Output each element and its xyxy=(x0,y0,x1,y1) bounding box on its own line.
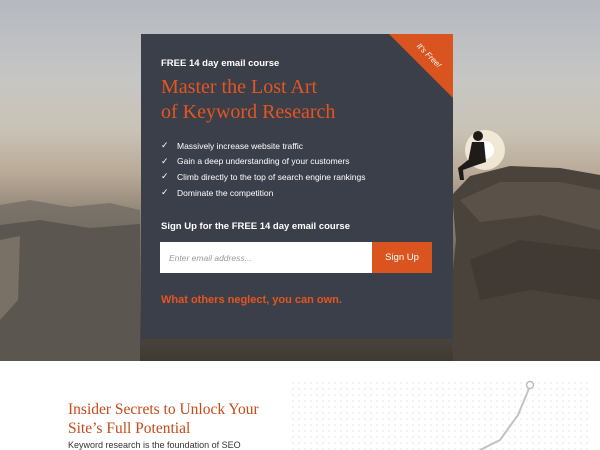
section-title-line-2: Site’s Full Potential xyxy=(68,420,191,437)
page-title: Master the Lost Art of Keyword Research xyxy=(161,75,391,125)
checkmark-icon: ✓ xyxy=(161,155,169,166)
headline-line-1: Master the Lost Art xyxy=(161,76,318,98)
section-title: Insider Secrets to Unlock Your Site’s Fu… xyxy=(68,400,308,438)
email-input[interactable] xyxy=(160,242,372,273)
benefit-text: Massively increase website traffic xyxy=(177,140,303,151)
signup-card: It's Free! FREE 14 day email course Mast… xyxy=(141,34,453,339)
list-item: ✓ Massively increase website traffic xyxy=(161,138,366,154)
list-item: ✓ Climb directly to the top of search eng… xyxy=(161,169,366,185)
benefit-text: Gain a deep understanding of your custom… xyxy=(177,156,350,167)
list-item: ✓ Dominate the competition xyxy=(161,185,366,201)
tagline: What others neglect, you can own. xyxy=(161,294,342,306)
list-item: ✓ Gain a deep understanding of your custo… xyxy=(161,154,366,170)
checkmark-icon: ✓ xyxy=(161,140,169,151)
section-text: Keyword research is the foundation of SE… xyxy=(68,440,241,450)
section-title-line-1: Insider Secrets to Unlock Your xyxy=(68,401,259,418)
checkmark-icon: ✓ xyxy=(161,171,169,182)
hero-section: It's Free! FREE 14 day email course Mast… xyxy=(0,0,600,361)
headline-line-2: of Keyword Research xyxy=(161,101,336,123)
benefit-text: Dominate the competition xyxy=(177,187,274,198)
signup-label: Sign Up for the FREE 14 day email course xyxy=(161,221,350,232)
benefit-text: Climb directly to the top of search engi… xyxy=(177,171,366,182)
course-eyebrow: FREE 14 day email course xyxy=(161,58,280,69)
benefits-list: ✓ Massively increase website traffic ✓ Gai… xyxy=(161,138,366,200)
growth-graph-illustration xyxy=(290,380,590,450)
checkmark-icon: ✓ xyxy=(161,187,169,198)
signup-button[interactable]: Sign Up xyxy=(372,242,432,273)
signup-form: Sign Up xyxy=(160,242,432,273)
